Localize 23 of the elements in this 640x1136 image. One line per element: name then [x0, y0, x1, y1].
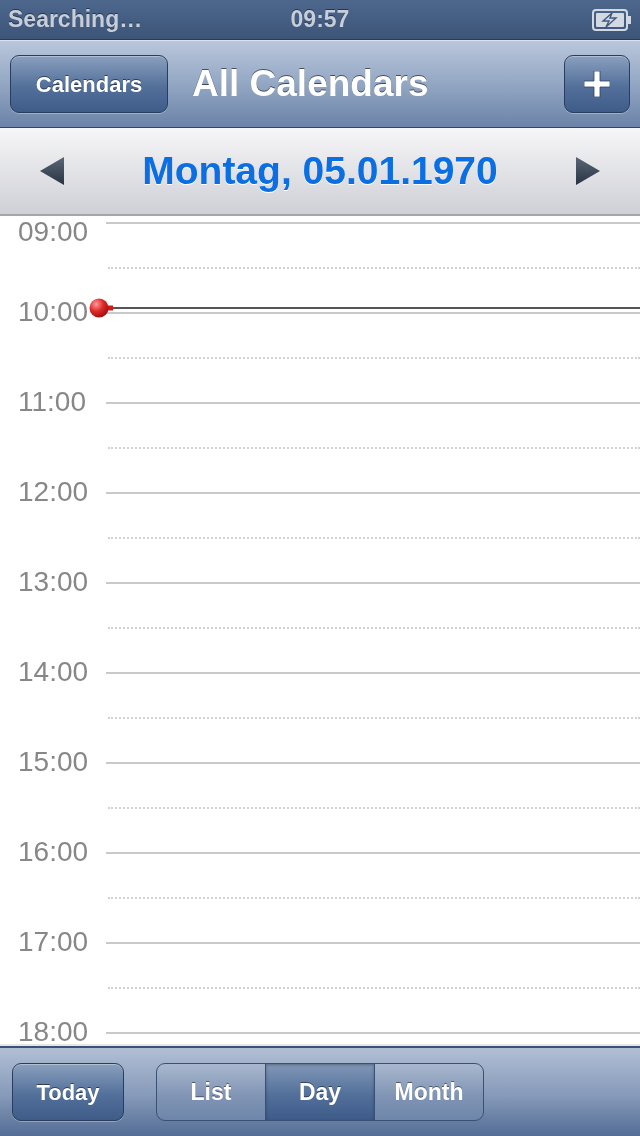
- hour-label: 15:00: [17, 748, 90, 776]
- calendars-button[interactable]: Calendars: [10, 55, 168, 113]
- network-status: Searching…: [8, 8, 144, 31]
- hour-label: 14:00: [17, 658, 90, 686]
- current-date: Montag, 05.01.1970: [142, 147, 498, 194]
- view-tab[interactable]: Day: [265, 1063, 375, 1121]
- hour-label: 16:00: [17, 838, 90, 866]
- previous-day-icon[interactable]: [40, 157, 64, 185]
- hour-label: 17:00: [17, 928, 90, 956]
- hour-label: 11:00: [17, 388, 87, 416]
- hour-label: 13:00: [17, 568, 90, 596]
- hour-label: 12:00: [17, 478, 90, 506]
- today-button[interactable]: Today: [12, 1063, 124, 1121]
- view-tab[interactable]: Month: [374, 1063, 484, 1121]
- hour-label: 10:00: [17, 298, 90, 326]
- status-time: 09:57: [290, 8, 350, 31]
- plus-icon: [584, 71, 610, 97]
- next-day-icon[interactable]: [576, 157, 600, 185]
- screen-title: All Calendars: [192, 62, 429, 107]
- add-button[interactable]: [564, 55, 630, 113]
- view-tab[interactable]: List: [156, 1063, 266, 1121]
- hour-label: 18:00: [17, 1018, 90, 1046]
- hour-label: 09:00: [17, 218, 90, 246]
